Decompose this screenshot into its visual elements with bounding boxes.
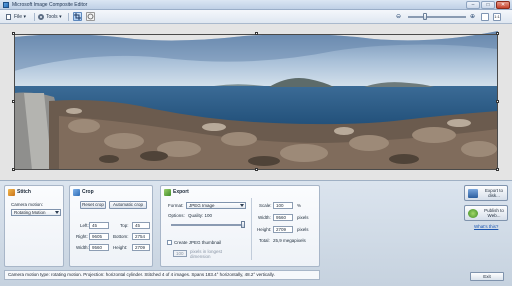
toolbar-separator — [68, 13, 69, 21]
chevron-down-icon — [240, 204, 244, 207]
export-height-unit: pixels — [297, 227, 309, 232]
file-icon — [6, 14, 11, 20]
export-width-field[interactable]: 9560 — [273, 214, 293, 221]
zoom-slider-thumb[interactable] — [423, 13, 428, 20]
actual-size-icon[interactable]: 1:1 — [493, 13, 501, 21]
crop-icon — [73, 189, 80, 196]
export-width-unit: pixels — [297, 215, 309, 220]
format-label: Format: — [168, 203, 184, 208]
publish-to-web-button[interactable]: Publish to Web... — [464, 205, 508, 221]
export-height-field[interactable]: 2709 — [273, 226, 293, 233]
crop-title: Crop — [82, 189, 94, 195]
quality-slider-track[interactable] — [171, 224, 245, 226]
maximize-button[interactable]: □ — [481, 1, 495, 9]
crop-width-label: Width: — [76, 245, 89, 250]
zoom-in-icon[interactable]: ⊕ — [470, 14, 475, 20]
stitch-title: Stitch — [17, 189, 31, 195]
tools-menu[interactable]: Tools ▾ — [46, 13, 62, 21]
format-select[interactable]: JPEG Image — [186, 202, 246, 209]
crop-bottom-label: Bottom: — [113, 234, 129, 239]
export-to-disk-label: Export to disk... — [484, 188, 503, 198]
crop-bottom-field[interactable]: 2754 — [132, 233, 150, 240]
thumbnail-checkbox[interactable] — [167, 240, 172, 245]
close-button[interactable]: ✕ — [496, 1, 510, 9]
export-height-label: Height: — [257, 227, 272, 232]
crop-width-field[interactable]: 9560 — [89, 244, 109, 251]
scale-label: Scale: — [259, 203, 272, 208]
export-width-label: Width: — [258, 215, 271, 220]
scale-field[interactable]: 100 — [273, 202, 293, 209]
export-title: Export — [173, 189, 189, 195]
publish-to-web-label: Publish to Web... — [484, 208, 504, 218]
crop-rectangle[interactable] — [14, 34, 498, 170]
minimize-button[interactable]: – — [466, 1, 480, 9]
crop-handle-top[interactable] — [255, 32, 258, 35]
crop-right-label: Right: — [76, 234, 88, 239]
gear-icon — [38, 14, 44, 20]
crop-handle-bottom[interactable] — [255, 168, 258, 171]
options-label: Options: — [168, 213, 185, 218]
camera-motion-label: Camera motion: — [11, 202, 44, 207]
chevron-down-icon — [55, 211, 59, 214]
file-menu[interactable]: File ▾ — [14, 13, 26, 21]
crop-panel: Crop Reset crop Automatic crop Left: 45 … — [69, 185, 153, 267]
export-icon — [164, 189, 171, 196]
crop-left-label: Left: — [80, 223, 89, 228]
crop-handle-left[interactable] — [12, 100, 15, 103]
total-label: Total: — [259, 238, 270, 243]
crop-handle-bottom-left[interactable] — [12, 168, 15, 171]
thumbnail-size-field[interactable]: 100 — [173, 250, 187, 257]
globe-icon — [468, 209, 478, 218]
automatic-crop-button[interactable]: Automatic crop — [109, 201, 147, 209]
exit-button[interactable]: Exit — [470, 272, 504, 281]
zoom-slider-track[interactable] — [408, 16, 466, 18]
thumbnail-label: Create JPEG thumbnail — [174, 240, 222, 245]
reset-crop-button[interactable]: Reset crop — [80, 201, 106, 209]
export-to-disk-button[interactable]: Export to disk... — [464, 185, 508, 201]
panel-divider — [251, 198, 252, 260]
toolbar-separator — [34, 13, 35, 21]
quality-text: Quality: 100 — [188, 213, 213, 218]
scale-unit: % — [297, 203, 302, 208]
crop-left-field[interactable]: 45 — [89, 222, 109, 229]
crop-handle-right[interactable] — [496, 100, 499, 103]
crop-right-field[interactable]: 9605 — [89, 233, 109, 240]
crop-top-label: Top: — [120, 223, 129, 228]
app-icon — [3, 2, 9, 8]
format-value: JPEG Image — [189, 203, 215, 208]
export-panel: Export Format: JPEG Image Options: Quali… — [160, 185, 320, 267]
camera-motion-select[interactable]: Rotating Motion — [11, 209, 61, 216]
zoom-out-icon[interactable]: ⊖ — [396, 14, 401, 20]
crop-height-field[interactable]: 2709 — [132, 244, 150, 251]
pan-tool-icon[interactable] — [86, 12, 95, 21]
crop-handle-top-left[interactable] — [12, 32, 15, 35]
toolbar: File ▾ Tools ▾ ⊖ ⊕ 1:1 — [0, 10, 512, 24]
crop-tool-icon[interactable] — [73, 12, 82, 21]
quality-slider-thumb[interactable] — [241, 221, 245, 228]
disk-icon — [468, 189, 478, 198]
camera-motion-value: Rotating Motion — [14, 210, 46, 215]
stitch-panel: Stitch Camera motion: Rotating Motion — [4, 185, 64, 267]
fit-to-window-icon[interactable] — [481, 13, 489, 21]
whats-this-link[interactable]: What's this? — [474, 224, 498, 229]
stitch-icon — [8, 189, 15, 196]
crop-top-field[interactable]: 45 — [132, 222, 150, 229]
status-bar: Camera motion type: rotating motion. Pro… — [4, 270, 320, 280]
title-bar: Microsoft Image Composite Editor – □ ✕ — [0, 0, 512, 10]
crop-height-label: Height: — [113, 245, 128, 250]
total-value: 25,9 megapixels — [273, 238, 306, 243]
crop-handle-top-right[interactable] — [496, 32, 499, 35]
crop-handle-bottom-right[interactable] — [496, 168, 499, 171]
window-title: Microsoft Image Composite Editor — [12, 2, 88, 8]
thumbnail-unit: pixels in longest dimension — [190, 249, 223, 259]
